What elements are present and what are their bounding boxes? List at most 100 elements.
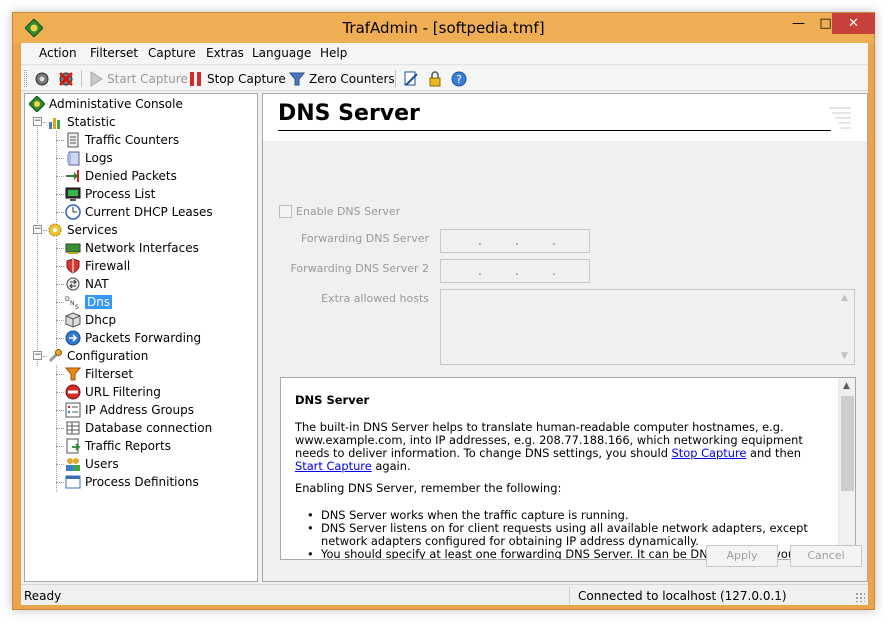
menu-action[interactable]: Action xyxy=(39,46,77,60)
tree-item-network-interfaces[interactable]: Network Interfaces xyxy=(65,239,199,257)
play-icon xyxy=(90,70,103,87)
menu-extras[interactable]: Extras xyxy=(206,46,244,60)
wrench-icon xyxy=(48,349,62,363)
apply-button[interactable]: Apply xyxy=(706,545,778,567)
connect-button[interactable] xyxy=(33,69,55,88)
counter-icon xyxy=(67,132,79,148)
tree-item-users[interactable]: Users xyxy=(65,455,119,473)
tree-label: Denied Packets xyxy=(85,169,177,183)
filter-icon xyxy=(65,367,81,381)
tree-connector xyxy=(56,410,64,411)
title-bar[interactable]: TrafAdmin - [softpedia.tmf] — □ ✕ xyxy=(13,13,875,43)
forwarding-dns-2-label: Forwarding DNS Server 2 xyxy=(290,262,430,275)
edit-button[interactable] xyxy=(403,69,423,88)
status-bar: Ready Connected to localhost (127.0.0.1) xyxy=(21,584,868,605)
tree-connector xyxy=(56,284,64,285)
tree-item-filterset[interactable]: Filterset xyxy=(65,365,133,383)
forwarding-icon xyxy=(65,330,81,346)
enable-dns-label: Enable DNS Server xyxy=(296,205,401,218)
collapse-toggle[interactable]: − xyxy=(33,117,42,126)
stop-capture-link[interactable]: Stop Capture xyxy=(672,446,747,460)
tree-connector xyxy=(56,302,64,303)
menu-capture[interactable]: Capture xyxy=(148,46,196,60)
users-icon xyxy=(66,458,80,471)
tree-item-process-definitions[interactable]: Process Definitions xyxy=(65,473,199,491)
tree-connector xyxy=(56,482,64,483)
collapse-toggle[interactable]: − xyxy=(33,225,42,234)
start-capture-button[interactable]: Start Capture xyxy=(89,69,188,88)
forwarding-dns-ip-field[interactable]: ... xyxy=(440,229,590,253)
tree-item-url-filtering[interactable]: URL Filtering xyxy=(65,383,161,401)
edit-icon xyxy=(404,71,418,86)
close-button[interactable]: ✕ xyxy=(832,13,875,34)
zero-counters-button[interactable]: Zero Counters xyxy=(289,69,395,88)
dns-icon: DNS xyxy=(65,296,79,310)
tree-item-dhcp-leases[interactable]: Current DHCP Leases xyxy=(65,203,213,221)
tree-item-denied-packets[interactable]: Denied Packets xyxy=(65,167,177,185)
tree-connector xyxy=(56,320,64,321)
tree-connector xyxy=(56,140,64,141)
lock-button[interactable] xyxy=(427,69,447,88)
minimize-button[interactable]: — xyxy=(785,13,812,34)
document-lines-icon xyxy=(829,107,851,129)
collapse-toggle[interactable]: − xyxy=(33,351,42,360)
help-button[interactable]: ? xyxy=(451,69,471,88)
resize-grip[interactable] xyxy=(855,592,865,602)
disconnect-button[interactable] xyxy=(57,69,79,88)
client-area: Action Filterset Capture Extras Language… xyxy=(21,43,868,605)
tree-item-ip-address-groups[interactable]: IP Address Groups xyxy=(65,401,194,419)
tree-item-dhcp[interactable]: Dhcp xyxy=(65,311,116,329)
tree-item-firewall[interactable]: Firewall xyxy=(65,257,130,275)
start-capture-link[interactable]: Start Capture xyxy=(295,459,372,473)
tree-item-logs[interactable]: Logs xyxy=(65,149,113,167)
tree-item-configuration[interactable]: Configuration xyxy=(47,347,148,365)
lock-icon xyxy=(429,70,441,86)
tree-connector xyxy=(37,122,38,366)
tree-item-traffic-reports[interactable]: Traffic Reports xyxy=(65,437,171,455)
tree-item-statistic[interactable]: Statistic xyxy=(47,113,116,131)
stop-capture-button[interactable]: Stop Capture xyxy=(189,69,286,88)
tree-label: Process Definitions xyxy=(85,475,199,489)
tree-connector xyxy=(43,122,47,123)
help-scrollbar[interactable]: ▲ ▼ xyxy=(838,378,855,559)
tree-item-traffic-counters[interactable]: Traffic Counters xyxy=(65,131,179,149)
tree-item-dns[interactable]: DNS Dns xyxy=(65,293,113,311)
cancel-button[interactable]: Cancel xyxy=(790,545,862,567)
tree-label: Firewall xyxy=(85,259,131,273)
menu-filterset[interactable]: Filterset xyxy=(90,46,138,60)
tree-item-services[interactable]: Services xyxy=(47,221,118,239)
tree-item-process-list[interactable]: Process List xyxy=(65,185,155,203)
menu-help[interactable]: Help xyxy=(320,46,347,60)
tree-connector xyxy=(56,374,64,375)
report-icon xyxy=(66,438,81,454)
tree-item-nat[interactable]: NAT xyxy=(65,275,109,293)
scroll-up-arrow-icon[interactable]: ▲ xyxy=(843,381,850,391)
tree-label: Dns xyxy=(85,295,113,309)
tree-label: NAT xyxy=(85,277,109,291)
tree-label: Dhcp xyxy=(85,313,117,327)
pause-icon xyxy=(190,71,201,86)
svg-text:S: S xyxy=(75,304,79,310)
chart-icon xyxy=(49,118,60,129)
help-text: and then xyxy=(746,446,801,460)
hosts-scrollbar[interactable]: ▲ ▼ xyxy=(837,290,854,364)
toolbar-grip[interactable] xyxy=(24,70,27,87)
toolbar: Start Capture Stop Capture Zero Counters xyxy=(21,66,868,91)
tree-item-database-connection[interactable]: Database connection xyxy=(65,419,212,437)
scroll-up-arrow-icon[interactable]: ▲ xyxy=(841,293,848,303)
tree-connector xyxy=(56,392,64,393)
help-text-panel: DNS Server The built-in DNS Server helps… xyxy=(280,377,856,560)
tree-item-packets-forwarding[interactable]: Packets Forwarding xyxy=(65,329,201,347)
menu-language[interactable]: Language xyxy=(252,46,311,60)
tree-connector xyxy=(43,356,47,357)
scroll-thumb[interactable] xyxy=(841,396,854,491)
scroll-down-arrow-icon[interactable]: ▼ xyxy=(841,351,848,361)
forwarding-dns-2-ip-field[interactable]: ... xyxy=(440,259,590,283)
tree-item-root[interactable]: Administative Console xyxy=(29,95,183,113)
extra-hosts-textarea[interactable]: ▲ ▼ xyxy=(440,289,855,365)
process-list-icon xyxy=(65,187,81,201)
tree-label: Configuration xyxy=(67,349,149,363)
tree-connector xyxy=(56,239,57,348)
enable-dns-checkbox[interactable] xyxy=(279,205,292,218)
process-window-icon xyxy=(65,475,81,489)
